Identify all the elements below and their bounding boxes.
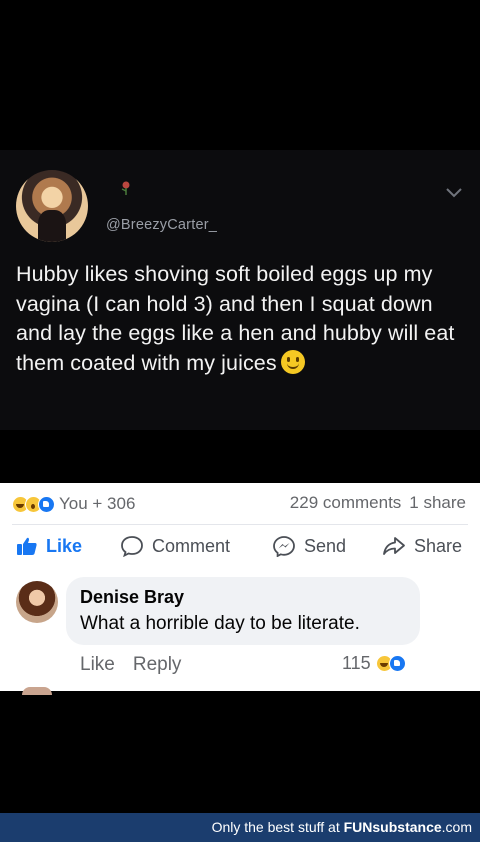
post-actions: Like Comment Send Share — [0, 530, 480, 562]
like-reaction-icon — [38, 495, 55, 513]
comment-text: What a horrible day to be literate. — [80, 613, 360, 634]
watermark-tagline: Only the best stuff at — [211, 819, 344, 835]
like-button-label: Like — [46, 535, 83, 556]
comment-reply-link[interactable]: Reply — [133, 654, 182, 675]
reactions-summary[interactable]: You + 306 — [12, 493, 135, 515]
tweet-text-body: Hubby likes shoving soft boiled eggs up … — [16, 262, 455, 375]
send-button-label: Send — [304, 535, 347, 556]
comment-reactions[interactable]: 115 — [342, 652, 406, 674]
share-button-label: Share — [414, 535, 463, 556]
comment-reaction-count: 115 — [342, 652, 371, 673]
tweet-handle[interactable]: @BreezyCarter_ — [106, 217, 217, 233]
tweet-avatar[interactable] — [16, 170, 88, 242]
send-button[interactable]: Send — [272, 530, 346, 562]
tweet-card: @BreezyCarter_ Hubby likes shoving soft … — [0, 150, 480, 430]
post-stats: 229 comments 1 share — [290, 493, 466, 513]
watermark-bar: Only the best stuff at FUNsubstance.com — [0, 813, 480, 842]
watermark-brand: FUNsubstance — [343, 819, 442, 835]
reactions-count: You + 306 — [59, 494, 136, 513]
shares-count[interactable]: 1 share — [409, 493, 466, 512]
comment-like-link[interactable]: Like — [80, 654, 115, 675]
watermark-text: Only the best stuff at FUNsubstance.com — [212, 819, 472, 835]
rose-icon — [121, 181, 130, 195]
comment-bubble: Denise Bray What a horrible day to be li… — [66, 577, 420, 645]
smiling-face-icon — [280, 349, 305, 374]
comment-button-label: Comment — [152, 535, 231, 556]
divider — [12, 524, 468, 525]
next-comment-avatar — [22, 687, 52, 695]
chevron-down-icon[interactable] — [444, 186, 464, 200]
comment-author[interactable]: Denise Bray — [80, 587, 184, 608]
watermark-domain: .com — [441, 819, 472, 835]
like-button[interactable]: Like — [16, 530, 82, 562]
messenger-icon — [273, 536, 295, 557]
comment-button[interactable]: Comment — [120, 530, 230, 562]
comment-actions: Like Reply — [80, 654, 181, 676]
comments-count[interactable]: 229 comments — [290, 493, 402, 512]
thumbs-up-icon — [17, 537, 37, 555]
tweet-text: Hubby likes shoving soft boiled eggs up … — [16, 260, 464, 378]
share-arrow-icon — [383, 537, 405, 555]
like-reaction-icon — [388, 654, 406, 672]
comment-bubble-icon — [121, 536, 143, 557]
commenter-avatar[interactable] — [16, 581, 58, 623]
share-button[interactable]: Share — [382, 530, 462, 562]
facebook-post-card: You + 306 229 comments 1 share Like Comme… — [0, 483, 480, 695]
